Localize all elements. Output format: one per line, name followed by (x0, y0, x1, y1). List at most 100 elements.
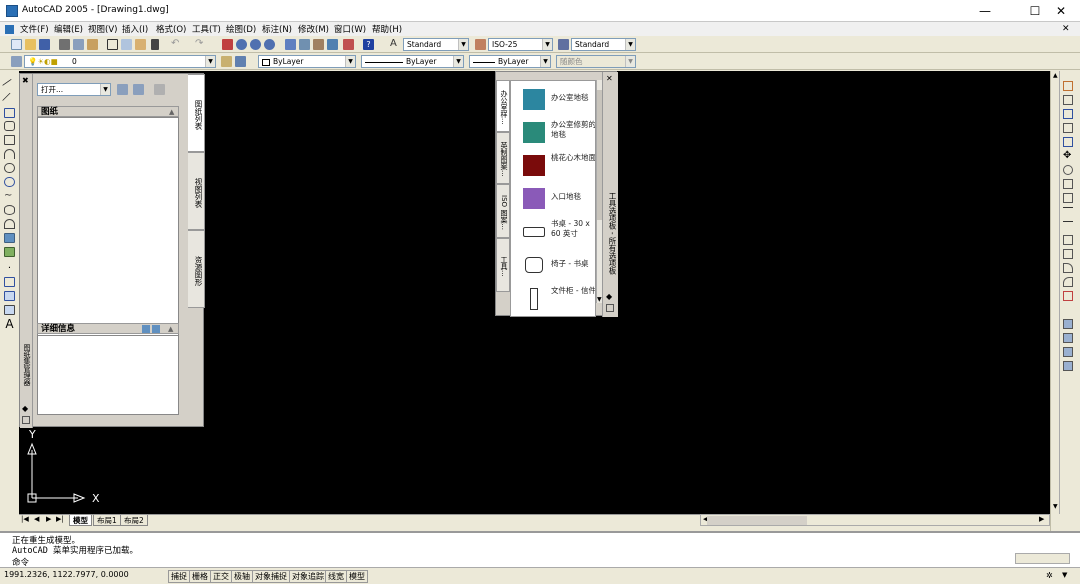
pan-icon[interactable] (222, 39, 233, 50)
polygon-icon[interactable] (4, 121, 15, 131)
scroll-down-icon[interactable]: ▼ (597, 296, 602, 303)
palette-close-icon[interactable]: ✕ (606, 74, 613, 83)
snap-toggle[interactable]: 捕捉 (168, 570, 190, 583)
coordinate-readout[interactable]: 1991.2326, 1122.7977, 0.0000 (4, 570, 166, 579)
open-icon[interactable] (25, 39, 36, 50)
polyline-icon[interactable] (4, 108, 15, 118)
redo-icon[interactable]: ↷ (195, 39, 206, 50)
undo-icon[interactable]: ↶ (171, 39, 182, 50)
menu-format[interactable]: 格式(O) (156, 23, 186, 35)
markup-icon[interactable] (343, 39, 354, 50)
table-style-select[interactable]: Standard ▼ (571, 38, 636, 51)
array-icon[interactable] (1063, 137, 1073, 147)
chamfer-icon[interactable] (1063, 263, 1073, 273)
move-icon[interactable]: ✥ (1063, 151, 1073, 161)
tab-imperial-hatch[interactable]: 英制图案... (496, 132, 510, 184)
tab-nav-next-icon[interactable]: ▶ (46, 515, 51, 523)
detail-collapse-icon[interactable]: ▲ (168, 325, 173, 333)
copy-object-icon[interactable] (1063, 95, 1073, 105)
break-icon[interactable] (1063, 235, 1073, 245)
tab-nav-last-icon[interactable]: ▶| (56, 515, 64, 523)
tab-nav-first-icon[interactable]: |◀ (21, 515, 29, 523)
menu-help[interactable]: 帮助(H) (372, 23, 402, 35)
close-button[interactable]: ✕ (1042, 0, 1080, 22)
zoom-window-icon[interactable] (250, 39, 261, 50)
pin-icon[interactable]: ✖ (22, 76, 29, 85)
palette-item[interactable]: 书桌 - 30 x 60 英寸 (511, 217, 595, 249)
paste-icon[interactable] (135, 39, 146, 50)
save-icon[interactable] (39, 39, 50, 50)
extend-icon[interactable] (1063, 221, 1073, 231)
detail-pane[interactable] (37, 335, 179, 415)
dim-style-icon[interactable] (475, 39, 486, 50)
ortho-toggle[interactable]: 正交 (210, 570, 232, 583)
open-combo[interactable]: 打开... ▼ (37, 83, 111, 96)
detail-view-icon[interactable] (142, 325, 150, 333)
doc-close-icon[interactable]: ✕ (1062, 24, 1070, 34)
horizontal-scrollbar[interactable]: ◀ ▶ (700, 514, 1050, 526)
text-style-select[interactable]: Standard ▼ (403, 38, 469, 51)
design-center-icon[interactable] (299, 39, 310, 50)
cut-icon[interactable] (107, 39, 118, 50)
hatch-icon[interactable] (4, 277, 15, 287)
tab-tools[interactable]: 工具... (496, 238, 510, 292)
make-current-layer-icon[interactable] (221, 56, 232, 67)
tab-layout1[interactable]: 布局1 (93, 515, 121, 526)
menu-view[interactable]: 视图(V) (88, 23, 117, 35)
tab-resource-drawings[interactable]: 资源图形 (188, 230, 205, 308)
ellipse-icon[interactable] (4, 205, 15, 215)
scale-icon[interactable] (1063, 179, 1073, 189)
revision-cloud-icon[interactable] (4, 177, 15, 187)
menu-modify[interactable]: 修改(M) (298, 23, 329, 35)
zoom-realtime-icon[interactable] (236, 39, 247, 50)
trim-icon[interactable] (1063, 207, 1073, 217)
plot-icon[interactable] (59, 39, 70, 50)
polar-toggle[interactable]: 极轴 (231, 570, 253, 583)
properties-icon[interactable] (285, 39, 296, 50)
menu-tools[interactable]: 工具(T) (192, 23, 221, 35)
explode-icon[interactable] (1063, 291, 1073, 301)
autocad-app-icon[interactable] (6, 5, 18, 17)
line-tool-icon[interactable] (2, 78, 17, 94)
dim-style-select[interactable]: ISO-25 ▼ (488, 38, 553, 51)
osnap-toggle[interactable]: 对象捕捉 (252, 570, 290, 583)
layer-manager-icon[interactable] (11, 56, 22, 67)
arc-icon[interactable] (4, 149, 15, 159)
auto-hide-icon[interactable]: ◆ (22, 404, 28, 413)
grid-toggle[interactable]: 栅格 (189, 570, 211, 583)
draworder-above-icon[interactable] (1063, 347, 1073, 357)
tool-palettes-icon[interactable] (313, 39, 324, 50)
menu-window[interactable]: 窗口(W) (334, 23, 366, 35)
hscroll-thumb[interactable] (707, 516, 807, 525)
point-icon[interactable]: · (4, 264, 15, 275)
text-style-icon[interactable]: A (390, 39, 401, 50)
sheet-list-pane[interactable] (37, 117, 179, 343)
match-properties-icon[interactable] (151, 39, 159, 50)
rotate-icon[interactable] (1063, 165, 1073, 175)
draworder-front-icon[interactable] (1063, 319, 1073, 329)
layer-previous-icon[interactable] (235, 56, 246, 67)
doc-menu-icon[interactable] (5, 25, 14, 34)
menu-draw[interactable]: 绘图(D) (226, 23, 256, 35)
detail-preview-icon[interactable] (152, 325, 160, 333)
table-icon[interactable] (4, 305, 15, 315)
palette-item[interactable]: 椅子 - 书桌 (511, 251, 595, 283)
scroll-down-icon[interactable]: ▼ (1053, 503, 1058, 510)
new-icon[interactable] (11, 39, 22, 50)
scroll-up-icon[interactable]: ▲ (1053, 72, 1058, 79)
lineweight-toggle[interactable]: 线宽 (325, 570, 347, 583)
palette-menu-icon[interactable] (606, 304, 614, 312)
make-block-icon[interactable] (4, 247, 15, 257)
layer-select[interactable]: 💡☀◐■ 0 ▼ (24, 55, 216, 68)
tab-view-list[interactable]: 视图列表 (188, 152, 205, 230)
multiline-text-icon[interactable]: A (4, 318, 15, 330)
help-icon[interactable]: ? (363, 39, 374, 50)
table-style-icon[interactable] (558, 39, 569, 50)
palette-item[interactable]: 桃花心木地面 (511, 151, 595, 183)
insert-block-icon[interactable] (4, 233, 15, 243)
ellipse-arc-icon[interactable] (4, 219, 15, 229)
menu-edit[interactable]: 编辑(E) (54, 23, 83, 35)
copy-icon[interactable] (121, 39, 132, 50)
region-icon[interactable] (4, 291, 15, 301)
plot-style-select[interactable]: 随颜色 ▼ (556, 55, 636, 68)
